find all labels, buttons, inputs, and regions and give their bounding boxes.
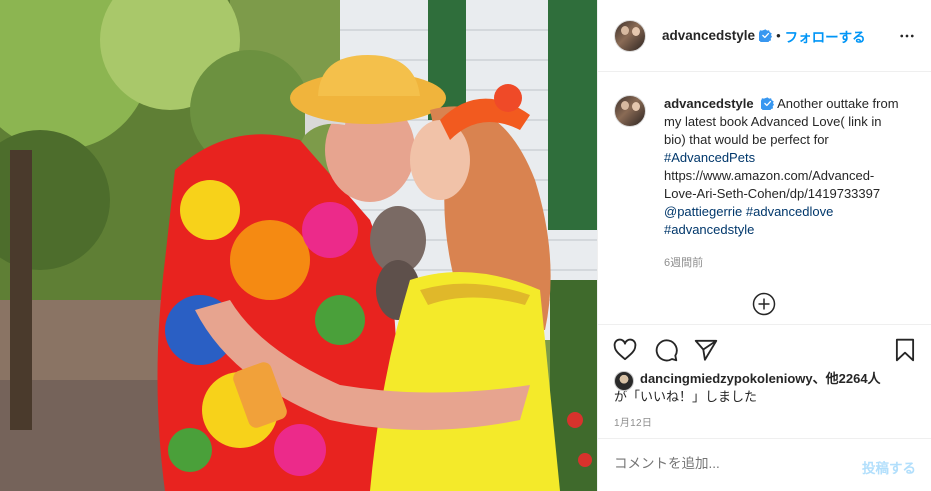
more-options-icon[interactable] (898, 27, 916, 45)
post-comment-button[interactable]: 投稿する (862, 457, 916, 477)
load-more-comments-icon[interactable] (752, 292, 776, 316)
mention-pattiegerrie[interactable]: @pattiegerrie (664, 204, 742, 219)
like-heart-icon[interactable] (612, 337, 638, 363)
caption-url: https://www.amazon.com/Advanced-Love-Ari… (664, 168, 881, 201)
caption-text: advancedstyle Another outtake from my la… (664, 95, 904, 239)
header-separator: • (776, 28, 781, 43)
follow-button[interactable]: フォローする (785, 26, 866, 46)
liker-avatar[interactable] (614, 371, 634, 391)
likes-summary: dancingmiedzypokoleniowy、他2264人 が「いいね！」し… (614, 370, 924, 406)
share-send-icon[interactable] (693, 337, 719, 363)
photo-illustration (0, 0, 597, 491)
author-username[interactable]: advancedstyle (662, 28, 755, 43)
hashtag-advancedlove[interactable]: #advancedlove (746, 204, 833, 219)
comment-input[interactable] (614, 456, 844, 471)
post-actions-bar (598, 324, 931, 370)
comment-bar: 投稿する (598, 438, 931, 491)
post-side-panel: advancedstyle • フォローする advancedstyle Ano… (597, 0, 931, 491)
likes-count[interactable]: dancingmiedzypokoleniowy、他2264人 (640, 370, 924, 388)
post-photo[interactable] (0, 0, 597, 491)
hashtag-advancedpets[interactable]: #AdvancedPets (664, 150, 755, 165)
author-avatar[interactable] (614, 19, 646, 52)
post-date: 1月12日 (614, 418, 653, 429)
save-bookmark-icon[interactable] (892, 337, 918, 363)
post-caption: advancedstyle Another outtake from my la… (614, 95, 916, 239)
caption-time-ago: 6週間前 (664, 257, 704, 269)
hashtag-advancedstyle[interactable]: #advancedstyle (664, 222, 754, 237)
likes-suffix: が「いいね！」しました (614, 389, 758, 404)
caption-username[interactable]: advancedstyle (664, 96, 754, 111)
post-header: advancedstyle • フォローする (598, 0, 931, 72)
comment-bubble-icon[interactable] (653, 337, 679, 363)
caption-author-avatar[interactable] (614, 95, 646, 127)
verified-badge-icon (759, 29, 773, 42)
caption-verified-badge-icon (761, 97, 775, 110)
